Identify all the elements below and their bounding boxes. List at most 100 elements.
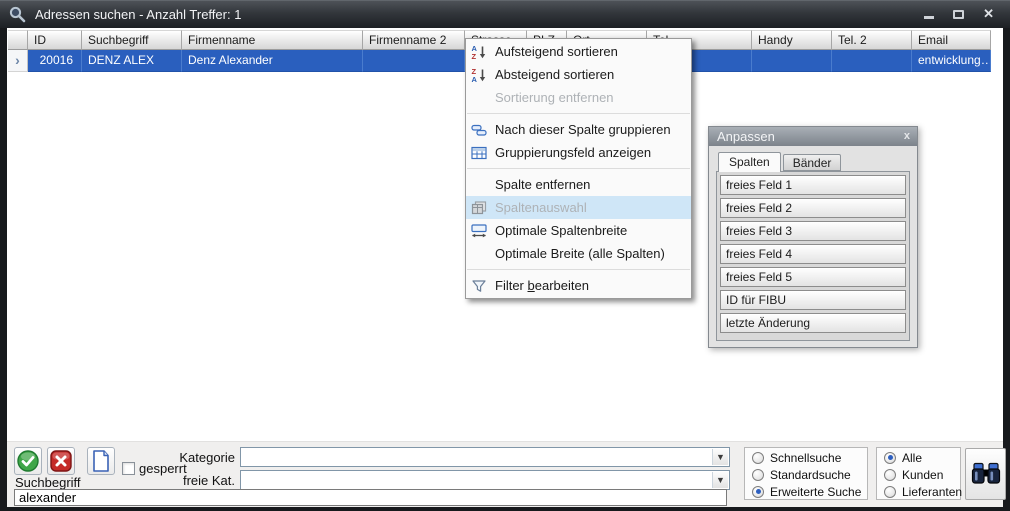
- cell-email[interactable]: entwicklung…: [912, 50, 991, 72]
- menu-item-label: Optimale Spaltenbreite: [495, 223, 627, 238]
- new-document-button[interactable]: [87, 447, 115, 475]
- menu-item-show-group-panel[interactable]: Gruppierungsfeld anzeigen: [466, 141, 691, 164]
- list-item[interactable]: ID für FIBU: [720, 290, 906, 310]
- chevron-down-icon[interactable]: ▼: [712, 449, 728, 465]
- customization-panel: Anpassen x Spalten Bänder freies Feld 1 …: [708, 126, 918, 348]
- menu-item-label: Aufsteigend sortieren: [495, 44, 618, 59]
- customization-column-list: freies Feld 1 freies Feld 2 freies Feld …: [716, 171, 910, 341]
- best-fit-icon: [469, 223, 489, 239]
- window-content: ID Suchbegriff Firmenname Firmenname 2 S…: [7, 28, 1003, 507]
- column-header-tel2[interactable]: Tel. 2: [832, 30, 912, 50]
- cell-firmenname[interactable]: Denz Alexander: [182, 50, 363, 72]
- list-item[interactable]: letzte Änderung: [720, 313, 906, 333]
- category-label: Kategorie: [165, 450, 235, 465]
- menu-item-label: Absteigend sortieren: [495, 67, 614, 82]
- column-header-firmenname2[interactable]: Firmenname 2: [363, 30, 465, 50]
- menu-item-remove-column[interactable]: Spalte entfernen: [466, 173, 691, 196]
- sort-descending-icon: Z A: [469, 67, 489, 83]
- menu-separator: [467, 269, 690, 270]
- maximize-icon[interactable]: [953, 10, 964, 19]
- chevron-down-icon[interactable]: ▼: [712, 472, 728, 488]
- cancel-button[interactable]: [47, 447, 75, 475]
- tab-spalten[interactable]: Spalten: [718, 152, 781, 172]
- radio-icon[interactable]: [884, 486, 896, 498]
- radio-icon[interactable]: [884, 469, 896, 481]
- menu-item-filter-editor[interactable]: Filter bearbeiten: [466, 274, 691, 297]
- search-footer: gesperrt Kategorie ▼ freie Kat. ▼ Suchbe…: [7, 441, 1003, 507]
- search-button[interactable]: [965, 448, 1006, 500]
- free-category-label: freie Kat.: [165, 473, 235, 488]
- column-header-indicator: [8, 30, 28, 50]
- close-icon[interactable]: ✕: [983, 0, 994, 28]
- column-context-menu: A Z Aufsteigend sortieren Z A Absteigend…: [465, 38, 692, 299]
- filter-icon: [469, 278, 489, 294]
- cell-firmenname2[interactable]: [363, 50, 465, 72]
- radio-label: Lieferanten: [902, 485, 962, 499]
- menu-item-label: Filter bearbeiten: [495, 278, 589, 293]
- cell-tel2[interactable]: [832, 50, 912, 72]
- menu-item-label: Gruppierungsfeld anzeigen: [495, 145, 651, 160]
- customization-panel-titlebar: Anpassen x: [709, 127, 917, 146]
- radio-row-erweiterte-suche[interactable]: Erweiterte Suche: [745, 483, 867, 500]
- column-header-id[interactable]: ID: [28, 30, 82, 50]
- menu-item-group-by-column[interactable]: Nach dieser Spalte gruppieren: [466, 118, 691, 141]
- radio-row-standardsuche[interactable]: Standardsuche: [745, 466, 867, 483]
- panel-close-icon[interactable]: x: [904, 127, 910, 146]
- radio-checked-icon[interactable]: [884, 452, 896, 464]
- group-by-icon: [469, 122, 489, 138]
- customization-tabs: Spalten Bänder: [718, 151, 917, 171]
- column-header-handy[interactable]: Handy: [752, 30, 832, 50]
- locked-checkbox[interactable]: [122, 462, 135, 475]
- radio-icon[interactable]: [752, 452, 764, 464]
- check-icon: [16, 449, 40, 473]
- search-term-label: Suchbegriff: [15, 475, 81, 490]
- menu-item-best-fit[interactable]: Optimale Spaltenbreite: [466, 219, 691, 242]
- customization-panel-title: Anpassen: [717, 129, 775, 144]
- cell-handy[interactable]: [752, 50, 832, 72]
- search-mode-group: Schnellsuche Standardsuche Erweiterte Su…: [744, 447, 868, 500]
- radio-checked-icon[interactable]: [752, 486, 764, 498]
- menu-item-column-chooser[interactable]: Spaltenauswahl: [466, 196, 691, 219]
- scope-group: Alle Kunden Lieferanten: [876, 447, 961, 500]
- radio-row-schnellsuche[interactable]: Schnellsuche: [745, 449, 867, 466]
- menu-item-label: Sortierung entfernen: [495, 90, 614, 105]
- column-chooser-icon: [469, 200, 489, 216]
- radio-label: Kunden: [902, 468, 943, 482]
- radio-row-kunden[interactable]: Kunden: [877, 466, 960, 483]
- sort-ascending-icon: A Z: [469, 44, 489, 60]
- column-header-firmenname[interactable]: Firmenname: [182, 30, 363, 50]
- tab-baender[interactable]: Bänder: [783, 154, 842, 171]
- column-header-suchbegriff[interactable]: Suchbegriff: [82, 30, 182, 50]
- cell-suchbegriff[interactable]: DENZ ALEX: [82, 50, 182, 72]
- free-category-combobox[interactable]: ▼: [240, 470, 730, 490]
- menu-item-sort-ascending[interactable]: A Z Aufsteigend sortieren: [466, 40, 691, 63]
- menu-item-best-fit-all[interactable]: Optimale Breite (alle Spalten): [466, 242, 691, 265]
- list-item[interactable]: freies Feld 5: [720, 267, 906, 287]
- menu-item-sort-descending[interactable]: Z A Absteigend sortieren: [466, 63, 691, 86]
- list-item[interactable]: freies Feld 1: [720, 175, 906, 195]
- ok-button[interactable]: [14, 447, 42, 475]
- column-header-email[interactable]: Email: [912, 30, 991, 50]
- binoculars-icon: [971, 462, 1001, 486]
- list-item[interactable]: freies Feld 3: [720, 221, 906, 241]
- list-item[interactable]: freies Feld 2: [720, 198, 906, 218]
- menu-item-clear-sorting[interactable]: Sortierung entfernen: [466, 86, 691, 109]
- radio-row-lieferanten[interactable]: Lieferanten: [877, 483, 960, 500]
- search-input[interactable]: [14, 489, 727, 506]
- category-combobox[interactable]: ▼: [240, 447, 730, 467]
- svg-text:Z: Z: [472, 52, 477, 60]
- menu-separator: [467, 113, 690, 114]
- radio-label: Erweiterte Suche: [770, 485, 861, 499]
- menu-item-label: Optimale Breite (alle Spalten): [495, 246, 665, 261]
- minimize-icon[interactable]: [924, 16, 934, 19]
- radio-label: Standardsuche: [770, 468, 851, 482]
- radio-row-alle[interactable]: Alle: [877, 449, 960, 466]
- radio-icon[interactable]: [752, 469, 764, 481]
- magnifier-icon: [9, 6, 26, 23]
- window-title: Adressen suchen - Anzahl Treffer: 1: [35, 7, 241, 22]
- new-document-icon: [90, 449, 112, 473]
- row-indicator-icon: ›: [8, 50, 28, 72]
- menu-item-label: Spalte entfernen: [495, 177, 590, 192]
- cell-id[interactable]: 20016: [28, 50, 82, 72]
- list-item[interactable]: freies Feld 4: [720, 244, 906, 264]
